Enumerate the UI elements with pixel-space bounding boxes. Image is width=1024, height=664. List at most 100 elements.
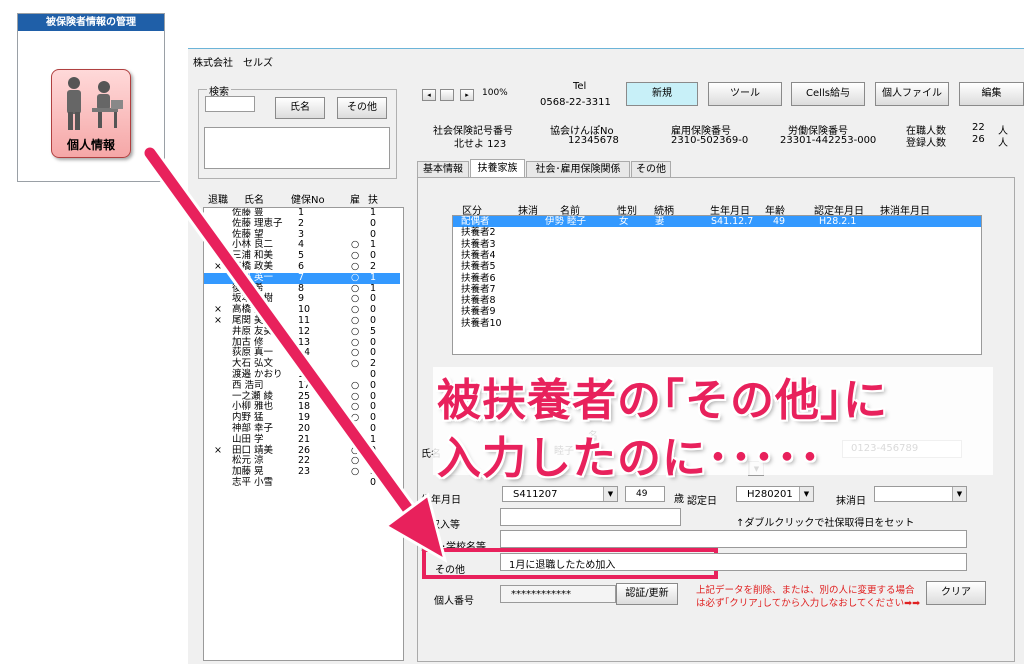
- mynumber-field[interactable]: ************: [500, 585, 616, 603]
- dep-kubun: 扶養者5: [461, 261, 496, 273]
- employee-row[interactable]: 伊勢 英一 7 ○ 1: [204, 271, 400, 284]
- nav-next-button[interactable]: ▸: [460, 89, 474, 101]
- dep-age: 49: [773, 216, 786, 227]
- personal-file-button[interactable]: 個人ファイル: [875, 82, 949, 106]
- row-retired-flag: ×: [214, 261, 222, 272]
- registered-count-value: 26: [972, 134, 985, 145]
- dependent-row[interactable]: 配偶者 伊勢 睦子 女 妻 S41.12.7 49 H28.2.1: [453, 216, 981, 228]
- header-employment: 雇: [350, 195, 360, 206]
- row-name: 山田 学: [232, 433, 264, 445]
- tool-button[interactable]: ツール: [708, 82, 782, 106]
- row-dependent-count: 1: [370, 433, 377, 445]
- dependent-row[interactable]: 扶養者9: [453, 306, 981, 317]
- masshou-date-label: 抹消日: [836, 496, 866, 507]
- school-field[interactable]: [500, 530, 967, 548]
- warning-line-2: は必ず｢クリア｣してから入力しなおしてください➡➡: [696, 598, 921, 609]
- dependent-row[interactable]: 扶養者4: [453, 250, 981, 261]
- edit-button[interactable]: 編集: [959, 82, 1024, 106]
- info-panel: 被保険者情報の管理 個人情報: [17, 13, 165, 182]
- employee-row[interactable]: 西 浩司 17 ○ 0: [204, 379, 400, 392]
- dependent-row[interactable]: 扶養者3: [453, 239, 981, 250]
- new-button[interactable]: 新規: [626, 82, 698, 106]
- row-employment-flag: ○: [351, 325, 360, 337]
- zoom-level: 100%: [482, 88, 508, 98]
- employment-insurance-value: 2310-502369-0: [671, 135, 749, 146]
- labor-insurance-value: 23301-442253-000: [780, 135, 877, 146]
- overlay-line-2: 入力したのに･････: [437, 433, 822, 484]
- row-name: 伊勢 英一: [232, 271, 274, 283]
- row-retired-flag: ×: [214, 315, 222, 326]
- dependent-row[interactable]: 扶養者5: [453, 261, 981, 272]
- kenpo-no-value: 12345678: [568, 135, 619, 146]
- tab-insurance[interactable]: 社会･雇用保険関係: [526, 161, 630, 177]
- other-label: その他: [435, 565, 465, 576]
- cells-salary-button[interactable]: Cells給与: [791, 82, 865, 106]
- birth-label: 生年月日: [421, 495, 461, 506]
- main-window: 株式会社 セルズ 検索 氏名 その他 退職 氏名 健保No 雇 扶 佐藤 豊11…: [188, 48, 1024, 664]
- dep-kubun: 配偶者: [461, 216, 490, 227]
- dependents-header: 区分 抹消 名前 性別 続柄 生年月日 年齢 認定年月日 抹消年月日: [462, 202, 992, 217]
- nav-first-button[interactable]: ◂: [422, 89, 436, 101]
- personal-info-button[interactable]: 個人情報: [51, 69, 131, 158]
- search-group: 検索 氏名 その他: [198, 83, 397, 179]
- tab-bar: 基本情報 扶養家族 社会･雇用保険関係 その他: [417, 159, 1017, 178]
- nav-middle-button[interactable]: [440, 89, 454, 101]
- dep-kubun: 扶養者10: [461, 317, 502, 329]
- row-kenpo-no: 21: [298, 433, 311, 445]
- dependents-list[interactable]: 配偶者 伊勢 睦子女妻 S41.12.7 49 H28.2.1 扶養者2 扶養者3 扶養者4 扶…: [452, 215, 982, 355]
- mynumber-label: 個人番号: [434, 596, 474, 607]
- header-name: 氏名: [244, 195, 264, 206]
- dependent-row[interactable]: 扶養者10: [453, 318, 981, 329]
- dep-kubun: 扶養者9: [461, 306, 496, 318]
- tab-dependents[interactable]: 扶養家族: [470, 159, 525, 178]
- dep-kubun: 扶養者7: [461, 283, 496, 295]
- people-at-desk-icon: [67, 77, 123, 130]
- employee-list[interactable]: 佐藤 豊 1 1 佐藤 理恵子 2 0 佐藤 望 3 0 小林 良二 4 ○ 1 三浦 和美 5 ○ 0 × 高橋 …: [203, 207, 404, 661]
- auth-update-button[interactable]: 認証/更新: [616, 583, 678, 605]
- search-other-button[interactable]: その他: [337, 97, 387, 119]
- dependent-row[interactable]: 扶養者2: [453, 227, 981, 238]
- overlay-caption: 被扶養者の｢その他｣に 入力したのに･････: [437, 372, 997, 492]
- employee-row[interactable]: 志平 小雪 0: [204, 477, 400, 489]
- employee-row[interactable]: 井原 友美 12 ○ 5: [204, 325, 400, 338]
- row-retired-flag: ×: [214, 444, 222, 456]
- row-employment-flag: ○: [351, 271, 360, 283]
- row-name: 井原 友美: [232, 325, 274, 337]
- employee-list-header: 退職 氏名 健保No 雇 扶: [205, 191, 405, 206]
- tab-other[interactable]: その他: [631, 161, 671, 177]
- other-field[interactable]: 1月に退職したため加入: [500, 553, 967, 571]
- registered-count-label: 登録人数: [906, 138, 946, 149]
- tab-basic-info[interactable]: 基本情報: [417, 161, 469, 177]
- search-results-box[interactable]: [204, 127, 390, 169]
- row-employment-flag: ○: [351, 379, 360, 391]
- tel-value: 0568-22-3311: [540, 97, 611, 108]
- dep-kubun: 扶養者3: [461, 238, 496, 250]
- row-dependent-count: 5: [370, 325, 377, 337]
- age-unit: 歳: [674, 494, 684, 505]
- warning-line-1: 上記データを削除、または、別の人に変更する場合: [696, 585, 915, 596]
- overlay-line-1: 被扶養者の｢その他｣に: [437, 375, 888, 426]
- row-kenpo-no: 12: [298, 325, 311, 337]
- nintei-date-label: 認定日: [687, 496, 717, 507]
- info-panel-title: 被保険者情報の管理: [18, 14, 164, 31]
- search-input[interactable]: [205, 96, 255, 112]
- row-kenpo-no: 2: [298, 217, 305, 229]
- income-field[interactable]: [500, 508, 681, 526]
- employee-row[interactable]: 山田 学 21 ○ 1: [204, 433, 400, 446]
- dep-relation: 妻: [655, 216, 665, 227]
- dep-kubun: 扶養者2: [461, 227, 496, 239]
- dep-sex: 女: [619, 216, 629, 227]
- tel-label: Tel: [573, 81, 587, 92]
- dep-kubun: 扶養者6: [461, 272, 496, 284]
- clear-button[interactable]: クリア: [926, 581, 986, 605]
- row-employment-flag: ○: [351, 358, 360, 370]
- search-name-button[interactable]: 氏名: [275, 97, 325, 119]
- header-kenpo-no: 健保No: [291, 195, 325, 206]
- row-dependent-count: 0: [370, 477, 377, 488]
- dependent-row[interactable]: 扶養者8: [453, 295, 981, 306]
- row-employment-flag: ○: [351, 433, 360, 445]
- dep-kubun: 扶養者8: [461, 295, 496, 307]
- employee-row[interactable]: 佐藤 理恵子 2 0: [204, 217, 400, 230]
- dependent-row[interactable]: 扶養者6: [453, 273, 981, 284]
- dependent-row[interactable]: 扶養者7: [453, 284, 981, 295]
